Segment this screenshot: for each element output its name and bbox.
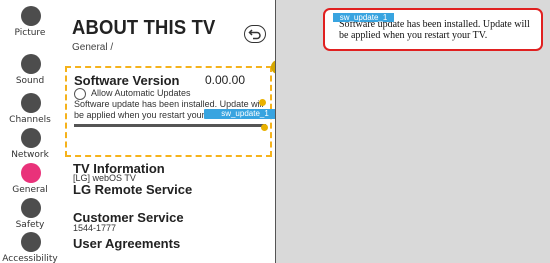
software-version-value: 0.00.00 [204,73,245,87]
update-notice-tag: sw_update_1 [333,13,394,22]
sidebar-item-label: Sound [15,76,45,86]
general-icon [21,163,41,183]
update-notice-message: Software update has been installed. Upda… [339,19,530,41]
settings-sidebar: Picture Sound Channels Network General S… [0,0,60,263]
sidebar-item-label: Picture [14,28,46,38]
user-agreements-item[interactable]: User Agreements [73,236,180,251]
page-title: ABOUT THIS TV [72,17,216,39]
sidebar-item-label: General [12,185,48,195]
back-button[interactable] [244,25,266,43]
sidebar-item-label: Safety [15,220,45,230]
sidebar-item-accessibility[interactable]: Accessibility [0,232,60,263]
sidebar-item-label: Channels [9,115,51,125]
sidebar-item-label: Accessibility [2,254,58,263]
channels-icon [21,93,41,113]
sw-update-tooltip: sw_update_1 [204,109,286,119]
about-panel: ABOUT THIS TV General / Software Version… [60,0,275,263]
annotation-anchor-dot [259,99,266,106]
sound-icon [21,54,41,74]
breadcrumb: General / [72,42,114,53]
sidebar-item-label: Network [11,150,49,160]
safety-icon [21,198,41,218]
back-arrow-icon [248,29,261,40]
network-icon [21,128,41,148]
sidebar-item-sound[interactable]: Sound [0,54,60,98]
software-version-label: Software Version [74,73,180,88]
annotation-anchor-dot [261,124,268,131]
update-progress-bar [74,124,266,127]
update-progress-fill [74,124,266,127]
customer-service-phone: 1544-1777 [73,223,117,233]
sidebar-item-picture[interactable]: Picture [0,6,60,50]
accessibility-icon [21,232,41,252]
picture-icon [21,6,41,26]
lg-remote-service-item[interactable]: LG Remote Service [73,182,192,197]
auto-update-label: Allow Automatic Updates [91,88,191,98]
